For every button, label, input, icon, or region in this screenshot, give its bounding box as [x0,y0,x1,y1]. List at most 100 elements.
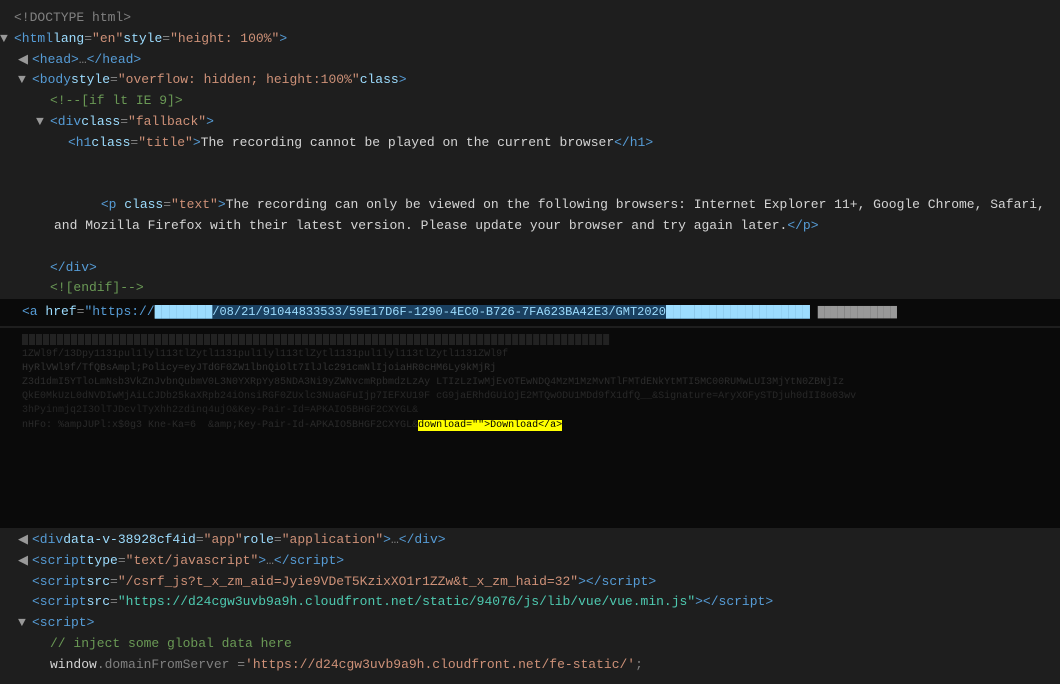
p-gt: > [218,197,226,212]
h1-close: </h1> [614,133,653,154]
head-tag: <head> [32,50,79,71]
a-tag: <a [22,304,38,319]
h1-tag: <h1 [68,133,91,154]
dark-encoded-block: ████████████████████████████████████████… [0,328,1060,528]
app-close: </div> [399,530,446,551]
p-tag: <p [101,197,117,212]
toggle-body[interactable]: ▼ [18,70,32,91]
line-script-type: ◀ <script type="text/javascript" >…</scr… [0,551,1060,572]
attr-dv: data-v-38928cf4 [63,530,180,551]
attr-style-val: "height: 100%" [170,29,279,50]
h1-content: The recording cannot be played on the cu… [201,133,614,154]
app-gt: > [383,530,391,551]
dark-line-4: Z3d1dmI5YTloLmNsb3VkZnJvbnQubmV0L3N0YXRp… [22,376,1038,390]
attr-role-val: "application" [282,530,383,551]
attr-p-val: "text" [171,197,218,212]
attr-role: role [243,530,274,551]
toggle-html[interactable]: ▼ [0,29,14,50]
line-div-close: </div> [0,258,1060,279]
attr-style: style [123,29,162,50]
toggle-placeholder [0,8,14,29]
div-close-tag: </div> [50,258,97,279]
attr-src-csrf: src [87,572,110,593]
body-tag: <body [32,70,71,91]
attr-class: class [81,112,120,133]
script-csrf-close: ></script> [578,572,656,593]
attr-body-style-val: "overflow: hidden; height:100%" [118,70,360,91]
dark-prefix: nHFo: %ampJUPl:x$0g3 Kne-Ka=6 &amp;Key-P… [22,420,418,431]
attr-lang: lang [53,29,84,50]
code-view: <!DOCTYPE html> ▼ <html lang="en" style=… [0,0,1060,684]
attr-href: href [45,304,76,319]
head-close: </head> [87,50,142,71]
toggle-vue [18,592,32,613]
attr-h1-val: "title" [138,133,193,154]
line-head: ◀ <head>…</head> [0,50,1060,71]
toggle-csrf [18,572,32,593]
dark-line-empty-1 [22,434,1038,494]
toggle-endif [36,278,50,299]
line-script-csrf: <script src="/csrf_js?t_x_zm_aid=Jyie9VD… [0,572,1060,593]
attr-class-val: "fallback" [128,112,206,133]
dark-line-2: 1ZWl9f/13Dpy1131pul1lyl113tlZytl1131pul1… [22,348,1038,362]
toggle-div-close [36,258,50,279]
toggle-head[interactable]: ◀ [18,50,32,71]
attr-id-val: "app" [204,530,243,551]
fallback-tag: <div [50,112,81,133]
line-html: ▼ <html lang="en" style="height: 100%" > [0,29,1060,50]
ie-comment-text: <!--[if lt IE 9]> [50,91,183,112]
download-link[interactable]: download="">Download</a> [418,420,562,431]
attr-lang-val: "en" [92,29,123,50]
dark-line-1: ████████████████████████████████████████… [22,334,1038,348]
toggle-fallback[interactable]: ▼ [36,112,50,133]
endif-text: <![endif]--> [50,278,144,299]
line-script-open: ▼ <script> [0,613,1060,634]
attr-src-csrf-val[interactable]: "/csrf_js?t_x_zm_aid=Jyie9VDeT5KzixXO1r1… [118,572,578,593]
line-fallback: ▼ <div class="fallback" > [0,112,1060,133]
fallback-gt: > [206,112,214,133]
window-keyword: window [50,655,97,676]
h1-gt: > [193,133,201,154]
body-gt: > [399,70,407,91]
dark-line-5: QkE0MkUzL0dNVDIwMjAiLCJDb25kaXRpb24iOnsi… [22,390,1038,404]
script-type-ellipsis: … [266,551,274,572]
app-tag: <div [32,530,63,551]
attr-type: type [87,551,118,572]
script-type-close: </script> [274,551,344,572]
html-tag: <html [14,29,53,50]
line-h1: <h1 class="title" >The recording cannot … [0,133,1060,154]
toggle-script-type[interactable]: ◀ [18,551,32,572]
dark-line-download: nHFo: %ampJUPl:x$0g3 Kne-Ka=6 &amp;Key-P… [22,418,1038,434]
line-ie-comment: <!--[if lt IE 9]> [0,91,1060,112]
script-csrf-tag: <script [32,572,87,593]
toggle-script-open[interactable]: ▼ [18,613,32,634]
head-ellipsis: … [79,50,87,71]
line-window-domain: window.domainFromServer = 'https://d24cg… [0,655,1060,676]
line-script-vue: <script src="https://d24cgw3uvb9a9h.clou… [0,592,1060,613]
inject-comment-text: // inject some global data here [50,634,292,655]
attr-href-val-open: "https:// [84,304,154,319]
attr-body-style: style [71,70,110,91]
script-open-tag: <script> [32,613,94,634]
line-inject-comment: // inject some global data here [0,634,1060,655]
toggle-p [54,154,68,175]
href-encoded-part: ████████/08/21/91044833533/59E17D6F-1290… [155,305,810,319]
doctype-text: <!DOCTYPE html> [14,8,131,29]
script-type-gt: > [258,551,266,572]
attr-body-class: class [360,70,399,91]
dark-line-6: 3hPyinmjq2I3OlTJDcvlTyXhh2zdinq4ujO&Key-… [22,404,1038,418]
toggle-inject [36,634,50,655]
p-close: </p> [787,218,818,233]
attr-h1-class: class [91,133,130,154]
script-vue-close: ></script> [695,592,773,613]
line-href: <a href="https://████████/08/21/91044833… [0,299,1060,326]
line-p: <p class="text">The recording can only b… [0,154,1060,258]
attr-src-vue: src [87,592,110,613]
attr-type-val: "text/javascript" [126,551,259,572]
script-type-tag: <script [32,551,87,572]
script-vue-tag: <script [32,592,87,613]
domain-string: 'https://d24cgw3uvb9a9h.cloudfront.net/f… [245,655,635,676]
attr-p-class: class [116,197,163,212]
toggle-app[interactable]: ◀ [18,530,32,551]
attr-src-vue-val[interactable]: "https://d24cgw3uvb9a9h.cloudfront.net/s… [118,592,695,613]
